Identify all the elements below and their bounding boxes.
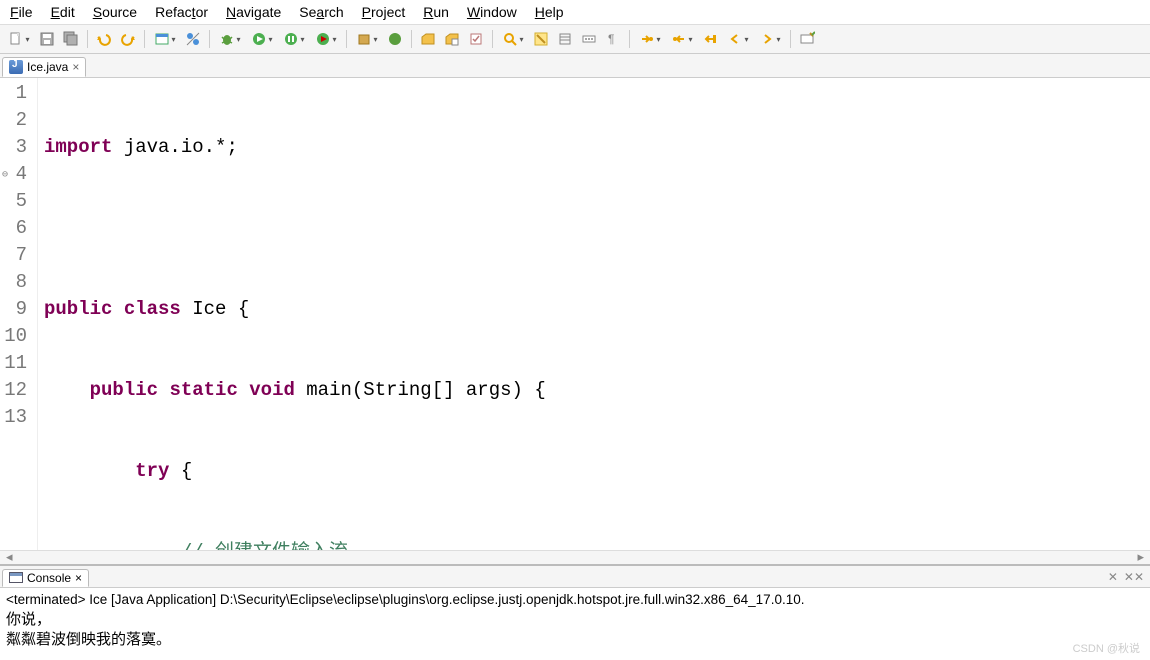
- open-folder-button[interactable]: [441, 28, 463, 50]
- java-file-icon: [9, 60, 23, 74]
- open-task-button[interactable]: [465, 28, 487, 50]
- editor[interactable]: ⊖ 1 2 3 4 5 6 7 8 9 10 11 12 13 import j…: [0, 78, 1150, 550]
- undo-button[interactable]: [93, 28, 115, 50]
- close-icon[interactable]: ×: [75, 571, 82, 585]
- open-type-button[interactable]: [417, 28, 439, 50]
- separator: [87, 30, 88, 48]
- skip-breakpoints-button[interactable]: [182, 28, 204, 50]
- console-tab-row: Console × ✕ ✕✕: [0, 566, 1150, 588]
- menu-source[interactable]: Source: [93, 4, 137, 20]
- console-pane: Console × ✕ ✕✕ <terminated> Ice [Java Ap…: [0, 564, 1150, 660]
- console-toolbar: ✕ ✕✕: [1108, 570, 1150, 584]
- separator: [790, 30, 791, 48]
- terminal-button[interactable]: ▾: [150, 28, 180, 50]
- separator: [346, 30, 347, 48]
- redo-button[interactable]: [117, 28, 139, 50]
- save-all-button[interactable]: [60, 28, 82, 50]
- run-last-button[interactable]: ▾: [311, 28, 341, 50]
- console-output-line: 粼粼碧波倒映我的落寞。: [6, 630, 1144, 650]
- new-class-button[interactable]: [384, 28, 406, 50]
- back-button[interactable]: ▾: [723, 28, 753, 50]
- debug-button[interactable]: ▾: [215, 28, 245, 50]
- new-package-button[interactable]: ▾: [352, 28, 382, 50]
- menu-file[interactable]: File: [10, 4, 33, 20]
- coverage-button[interactable]: ▾: [279, 28, 309, 50]
- separator: [629, 30, 630, 48]
- new-button[interactable]: ▾: [4, 28, 34, 50]
- menu-help[interactable]: Help: [535, 4, 564, 20]
- watermark: CSDN @秋说: [1073, 640, 1140, 656]
- console-icon: [9, 572, 23, 583]
- console-body[interactable]: <terminated> Ice [Java Application] D:\S…: [0, 588, 1150, 660]
- separator: [144, 30, 145, 48]
- menu-run[interactable]: Run: [423, 4, 449, 20]
- console-output-line: 你说，: [6, 610, 1144, 630]
- separator: [411, 30, 412, 48]
- show-whitespace-button[interactable]: [578, 28, 600, 50]
- menu-refactor[interactable]: Refactor: [155, 4, 208, 20]
- close-icon[interactable]: ×: [72, 60, 79, 74]
- run-button[interactable]: ▾: [247, 28, 277, 50]
- separator: [492, 30, 493, 48]
- editor-hscrollbar[interactable]: [0, 550, 1150, 564]
- pin-editor-button[interactable]: [796, 28, 818, 50]
- separator: [209, 30, 210, 48]
- search-button[interactable]: ▾: [498, 28, 528, 50]
- editor-tab-row: Ice.java ×: [0, 54, 1150, 78]
- prev-annotation-button[interactable]: ▾: [667, 28, 697, 50]
- menu-search[interactable]: Search: [299, 4, 343, 20]
- menu-edit[interactable]: Edit: [51, 4, 75, 20]
- toggle-mark-button[interactable]: [530, 28, 552, 50]
- console-remove-all-icon[interactable]: ✕✕: [1124, 570, 1144, 584]
- editor-tab-label: Ice.java: [27, 60, 68, 74]
- save-button[interactable]: [36, 28, 58, 50]
- menu-navigate[interactable]: Navigate: [226, 4, 281, 20]
- menubar: File Edit Source Refactor Navigate Searc…: [0, 0, 1150, 25]
- console-tab-label: Console: [27, 571, 71, 585]
- forward-button[interactable]: ▾: [755, 28, 785, 50]
- menu-project[interactable]: Project: [362, 4, 406, 20]
- last-edit-button[interactable]: [699, 28, 721, 50]
- toolbar: ▾ ▾ ▾ ▾ ▾ ▾ ▾ ▾ ¶ ▾ ▾ ▾ ▾: [0, 25, 1150, 54]
- editor-tab-ice[interactable]: Ice.java ×: [2, 57, 86, 77]
- console-close-icon[interactable]: ✕: [1108, 570, 1118, 584]
- override-marker-icon: ⊖: [2, 162, 8, 189]
- show-para-button[interactable]: ¶: [602, 28, 624, 50]
- code-content[interactable]: import java.io.*; public class Ice { pub…: [38, 78, 962, 550]
- console-tab[interactable]: Console ×: [2, 569, 89, 587]
- toggle-block-button[interactable]: [554, 28, 576, 50]
- svg-text:¶: ¶: [608, 32, 614, 46]
- next-annotation-button[interactable]: ▾: [635, 28, 665, 50]
- menu-window[interactable]: Window: [467, 4, 517, 20]
- console-status: <terminated> Ice [Java Application] D:\S…: [6, 590, 1144, 610]
- line-gutter: ⊖ 1 2 3 4 5 6 7 8 9 10 11 12 13: [0, 78, 38, 550]
